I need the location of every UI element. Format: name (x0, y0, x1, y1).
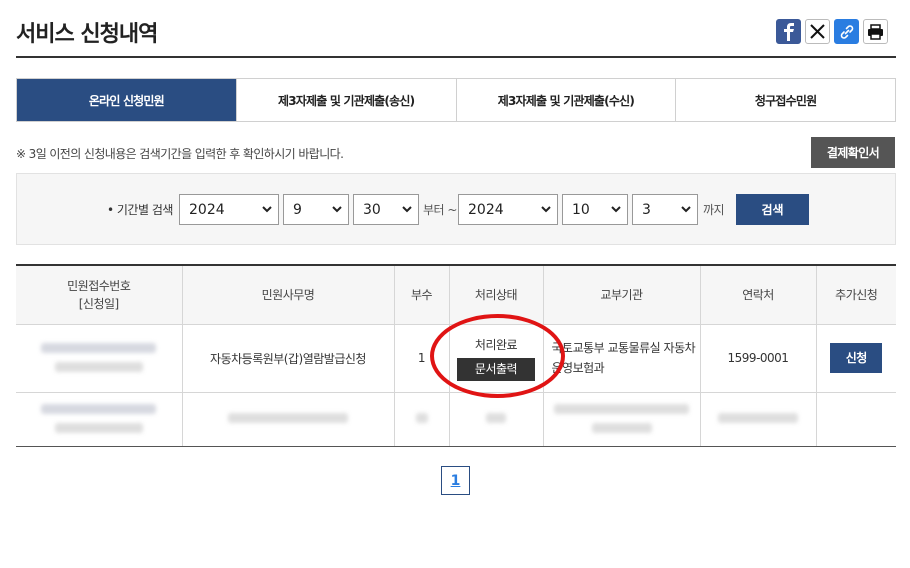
receipt-cell-redacted (16, 324, 182, 393)
to-day-value: 3 (642, 201, 651, 218)
search-button[interactable]: 검색 (736, 194, 809, 225)
from-year-value: 2024 (189, 201, 225, 218)
tab-online-applications[interactable]: 온라인 신청민원 (17, 79, 236, 121)
x-icon[interactable] (805, 19, 830, 44)
extra-cell: 신청 (815, 324, 896, 393)
redacted-cell (393, 392, 449, 447)
chevron-down-icon (402, 206, 412, 213)
redacted-cell (181, 392, 394, 447)
notice-text: ※ 3일 이전의 신청내용은 검색기간을 입력한 후 확인하시기 바랍니다. (16, 147, 344, 161)
tab-third-party-received[interactable]: 제3자제출 및 기관제출(수신) (455, 79, 676, 121)
to-year-value: 2024 (468, 201, 504, 218)
tab-third-party-sent[interactable]: 제3자제출 및 기관제출(송신) (235, 79, 456, 121)
payment-confirmation-button[interactable]: 결제확인서 (811, 137, 895, 168)
from-day-select[interactable]: 30 (353, 194, 419, 225)
agency-cell: 국토교통부 교통물류실 자동차운영보험과 (542, 324, 700, 393)
chevron-down-icon (681, 206, 691, 213)
print-icon[interactable] (863, 19, 888, 44)
from-month-select[interactable]: 9 (283, 194, 349, 225)
period-search-panel: • 기간별 검색 2024 9 30 부터 ~ 2024 10 3 까지 검색 (16, 173, 896, 245)
chevron-down-icon (262, 206, 272, 213)
table-header-row: 민원접수번호 [신청일] 민원사무명 부수 처리상태 교부기관 연락처 추가신청 (16, 265, 896, 325)
header-service-name: 민원사무명 (181, 265, 394, 325)
search-label: • 기간별 검색 (107, 203, 173, 217)
highlight-circle (430, 314, 565, 398)
redacted-cell (16, 392, 182, 447)
table-row-redacted (16, 392, 896, 447)
from-month-value: 9 (293, 201, 302, 218)
redacted-cell (542, 392, 700, 447)
to-year-select[interactable]: 2024 (458, 194, 558, 225)
redacted-cell (815, 392, 896, 447)
header-agency: 교부기관 (542, 265, 700, 325)
tab-bar: 온라인 신청민원 제3자제출 및 기관제출(송신) 제3자제출 및 기관제출(수… (16, 78, 896, 122)
page-title: 서비스 신청내역 (16, 22, 158, 47)
chevron-down-icon (332, 206, 342, 213)
tab-claim-receipts[interactable]: 청구접수민원 (675, 79, 895, 121)
facebook-icon[interactable] (776, 19, 801, 44)
header-copies: 부수 (393, 265, 449, 325)
service-name-cell: 자동차등록원부(갑)열람발급신청 (181, 324, 394, 393)
redacted-cell (448, 392, 543, 447)
header-extra: 추가신청 (815, 265, 896, 325)
to-day-select[interactable]: 3 (632, 194, 698, 225)
contact-cell: 1599-0001 (699, 324, 816, 393)
header-contact: 연락처 (699, 265, 816, 325)
redacted-cell (699, 392, 816, 447)
page-1-button[interactable]: 1 (441, 466, 470, 495)
from-day-value: 30 (363, 201, 381, 218)
share-toolbar (776, 19, 888, 44)
from-year-select[interactable]: 2024 (179, 194, 279, 225)
title-divider (16, 56, 896, 58)
chevron-down-icon (541, 206, 551, 213)
to-suffix: 까지 (703, 203, 725, 217)
to-month-select[interactable]: 10 (562, 194, 628, 225)
header-receipt-no: 민원접수번호 [신청일] (16, 265, 182, 325)
link-icon[interactable] (834, 19, 859, 44)
from-suffix: 부터 ~ (423, 203, 457, 217)
to-month-value: 10 (572, 201, 590, 218)
apply-button[interactable]: 신청 (830, 343, 883, 373)
chevron-down-icon (611, 206, 621, 213)
